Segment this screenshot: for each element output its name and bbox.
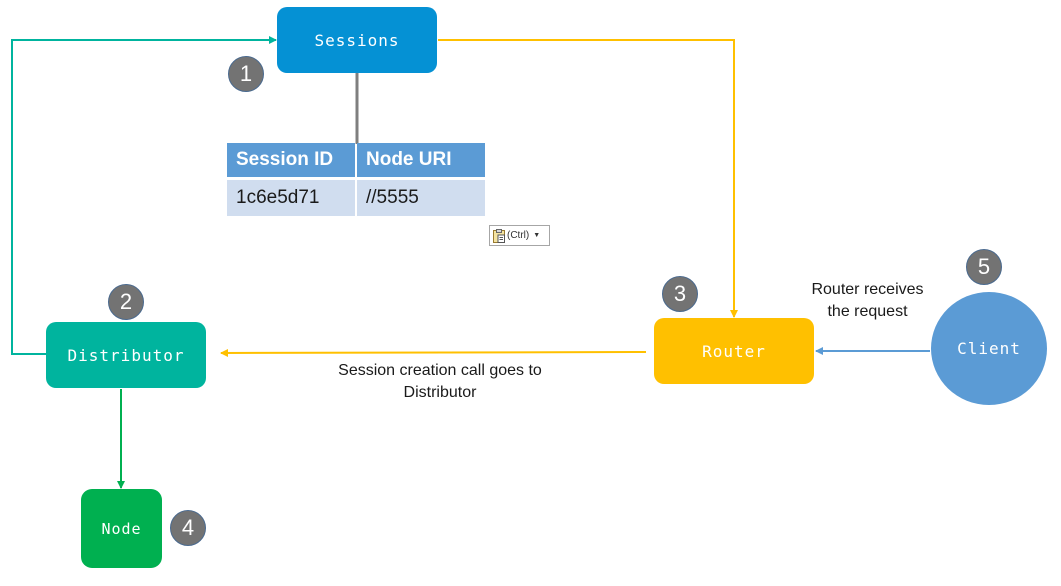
sessions-node[interactable]: Sessions: [277, 7, 437, 73]
cell-node-uri: //5555: [357, 180, 485, 216]
node-node[interactable]: Node: [81, 489, 162, 568]
session-table-header-row: Session ID Node URI: [227, 143, 485, 180]
distributor-node[interactable]: Distributor: [46, 322, 206, 388]
client-label: Client: [957, 339, 1021, 358]
cell-session-id: 1c6e5d71: [227, 180, 355, 216]
sessions-label: Sessions: [314, 30, 400, 50]
chevron-down-icon: ▼: [533, 232, 541, 239]
header-session-id: Session ID: [227, 143, 355, 180]
node-label: Node: [101, 519, 142, 538]
step-badge-4: 4: [170, 510, 206, 546]
router-node[interactable]: Router: [654, 318, 814, 384]
step-badge-1: 1: [228, 56, 264, 92]
header-node-uri: Node URI: [357, 143, 485, 180]
edge-router-to-distributor: [220, 348, 647, 357]
distributor-label: Distributor: [67, 345, 185, 365]
table-row: 1c6e5d71 //5555: [227, 180, 485, 216]
paste-options-button[interactable]: (Ctrl) ▼: [489, 225, 550, 246]
session-table: Session ID Node URI 1c6e5d71 //5555: [225, 143, 487, 216]
session-call-annotation: Session creation call goes to Distributor: [338, 362, 542, 401]
clipboard-icon: [493, 228, 505, 243]
step-badge-5: 5: [966, 249, 1002, 285]
client-node[interactable]: Client: [931, 292, 1047, 405]
router-receives-annotation: Router receives the request: [811, 281, 924, 320]
router-label: Router: [702, 341, 766, 361]
step-badge-2: 2: [108, 284, 144, 320]
paste-options-label: (Ctrl): [507, 230, 530, 241]
step-badge-3: 3: [662, 276, 698, 312]
